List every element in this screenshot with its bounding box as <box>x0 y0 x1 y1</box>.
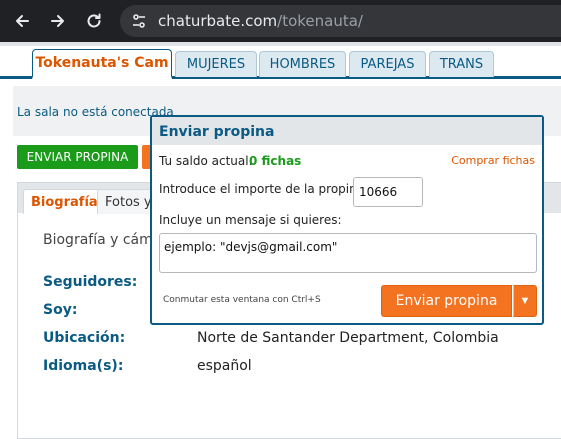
caret-down-icon[interactable]: ▼ <box>513 285 537 317</box>
address-bar[interactable]: chaturbate.com/tokenauta/ <box>120 5 561 37</box>
tab-parejas[interactable]: PAREJAS <box>349 51 426 77</box>
followers-label: Seguidores: <box>43 274 138 290</box>
tip-message-label: Incluye un mensaje si quieres: <box>159 213 342 227</box>
location-value: Norte de Santander Department, Colombia <box>197 330 499 346</box>
bio-heading: Biografía y cáma <box>43 232 162 248</box>
location-label: Ubicación: <box>43 330 126 346</box>
balance-value: 0 fichas <box>249 154 302 168</box>
url-text[interactable]: chaturbate.com/tokenauta/ <box>158 12 363 30</box>
buy-tokens-link[interactable]: Comprar fichas <box>451 154 535 167</box>
reload-icon[interactable] <box>80 7 108 35</box>
forward-arrow-icon[interactable] <box>44 7 72 35</box>
back-arrow-icon[interactable] <box>8 7 36 35</box>
tip-dialog-title: Enviar propina <box>159 124 275 140</box>
gender-label: Soy: <box>43 302 78 318</box>
tip-amount-input[interactable] <box>353 177 423 207</box>
url-host: chaturbate.com <box>158 12 278 30</box>
hotkey-hint: Conmutar esta ventana con Ctrl+S <box>163 295 321 305</box>
language-label: Idioma(s): <box>43 358 124 374</box>
site-info-icon[interactable] <box>130 12 148 30</box>
tab-room-cam[interactable]: Tokenauta's Cam <box>32 49 172 79</box>
language-value: español <box>197 358 252 374</box>
tab-biografia[interactable]: Biografía <box>23 189 106 214</box>
browser-toolbar: chaturbate.com/tokenauta/ <box>0 0 561 42</box>
send-tip-submit-button[interactable]: Enviar propina <box>381 285 512 317</box>
balance-label: Tu saldo actual: <box>159 154 253 168</box>
tab-trans[interactable]: TRANS <box>429 51 494 77</box>
tip-message-field[interactable]: ejemplo: "devjs@gmail.com" <box>159 233 537 273</box>
tip-amount-label: Introduce el importe de la propina: <box>159 182 369 196</box>
tip-dialog: Enviar propina Tu saldo actual: 0 fichas… <box>150 115 544 325</box>
tab-mujeres[interactable]: MUJERES <box>175 51 257 77</box>
url-path: /tokenauta/ <box>277 12 363 30</box>
send-tip-button[interactable]: ENVIAR PROPINA <box>17 145 138 169</box>
tab-hombres[interactable]: HOMBRES <box>259 51 346 77</box>
